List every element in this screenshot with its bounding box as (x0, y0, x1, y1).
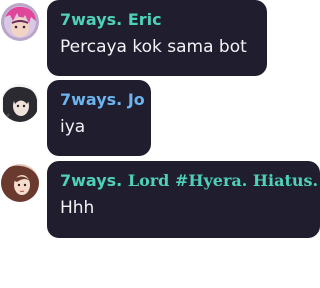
user-avatar-icon[interactable] (1, 84, 39, 122)
message-bubble[interactable]: 7ways. Jo iya (47, 80, 151, 156)
chat-message-list: 7ways. Eric Percaya kok sama bot 7ways. … (0, 0, 320, 288)
message-text: Percaya kok sama bot (60, 37, 247, 57)
author-prefix: 7ways. (60, 171, 128, 190)
message-text: Hhh (60, 198, 95, 218)
author-suffix: Lord #Hyera. Hiatus. (127, 171, 319, 190)
message-author[interactable]: 7ways. Jo (60, 90, 145, 110)
message-text: iya (60, 117, 86, 137)
message-author[interactable]: 7ways. Eric (60, 10, 254, 30)
message-bubble[interactable]: 7ways. Lord #Hyera. Hiatus. Hhh (47, 161, 320, 238)
message-bubble[interactable]: 7ways. Eric Percaya kok sama bot (47, 0, 267, 76)
user-avatar-icon[interactable] (1, 3, 39, 41)
message-author[interactable]: 7ways. Lord #Hyera. Hiatus. (60, 171, 318, 191)
user-avatar-icon[interactable] (1, 164, 39, 202)
